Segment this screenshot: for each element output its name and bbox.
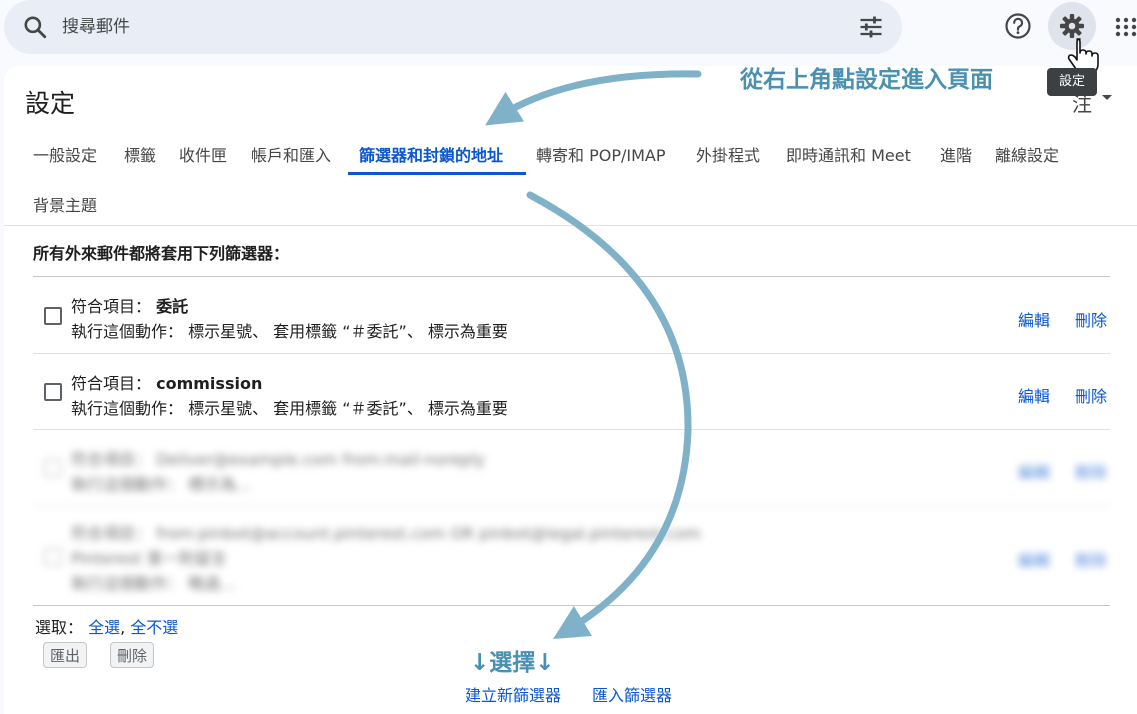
tab-chat-meet[interactable]: 即時通訊和 Meet (786, 142, 911, 166)
delete-button[interactable]: 刪除 (110, 642, 155, 668)
filter-checkbox[interactable] (44, 307, 62, 325)
match-value: 委託 (156, 297, 189, 316)
edit-filter-link[interactable]: 編輯 (1018, 307, 1050, 331)
tab-add-ons[interactable]: 外掛程式 (696, 142, 760, 166)
help-icon[interactable] (1002, 10, 1034, 42)
select-none-link[interactable]: 全不選 (130, 618, 178, 637)
chevron-down-icon[interactable] (1102, 95, 1112, 100)
filter-action: 執行這個動作： 標示為… (71, 475, 253, 494)
apps-grid-icon[interactable] (1114, 16, 1137, 38)
tab-accounts-import[interactable]: 帳戶和匯入 (251, 142, 331, 166)
tab-offline[interactable]: 離線設定 (995, 142, 1059, 166)
tabs-divider (4, 225, 1137, 226)
filter-checkbox[interactable] (44, 383, 62, 401)
annotation-text: ↓選擇↓ (470, 650, 555, 676)
match-label: 符合項目： (71, 374, 152, 393)
tab-labels[interactable]: 標籤 (124, 142, 156, 166)
match-value: commission (156, 374, 263, 393)
select-all-link[interactable]: 全選 (88, 618, 120, 637)
divider (33, 353, 1110, 354)
delete-filter-link[interactable]: 刪除 (1075, 547, 1107, 571)
filter-options-icon[interactable] (857, 13, 885, 41)
filter-checkbox[interactable] (44, 548, 62, 566)
section-heading: 所有外來郵件都將套用下列篩選器： (33, 244, 290, 263)
tab-filters-blocked[interactable]: 篩選器和封鎖的地址 (359, 142, 503, 166)
page-title: 設定 (25, 89, 76, 118)
select-row: 選取： 全選, 全不選 (35, 618, 179, 637)
filter-match: 符合項目： from:pinbot@account.pinterest.com … (71, 524, 701, 543)
match-label: 符合項目： (71, 297, 152, 316)
search-bar[interactable] (4, 0, 902, 54)
filter-match: 符合項目： commission (71, 370, 262, 394)
filter-action: 執行這個動作： 標示星號、 套用標籤 “＃委託”、 標示為重要 (71, 399, 508, 418)
select-label: 選取： (35, 618, 84, 637)
divider (33, 605, 1110, 606)
export-button[interactable]: 匯出 (43, 642, 88, 668)
filter-match: 符合項目： Deliver@example.com from:mail-nore… (71, 450, 485, 469)
tab-advanced[interactable]: 進階 (940, 142, 972, 166)
top-bar (0, 0, 1137, 66)
annotation-text: 從右上角點設定進入頁面 (740, 67, 993, 93)
delete-filter-link[interactable]: 刪除 (1075, 459, 1107, 483)
divider (33, 429, 1110, 430)
filter-action: 執行這個動作： 標示星號、 套用標籤 “＃委託”、 標示為重要 (71, 322, 508, 341)
filter-match: 符合項目： 委託 (71, 293, 188, 317)
tab-themes[interactable]: 背景主題 (33, 192, 97, 216)
divider (33, 276, 1110, 277)
edit-filter-link[interactable]: 編輯 (1018, 383, 1050, 407)
edit-filter-link[interactable]: 編輯 (1018, 459, 1050, 483)
filter-action: 執行這個動作： 略過… (71, 574, 237, 593)
create-filter-link[interactable]: 建立新篩選器 (465, 682, 561, 706)
import-filters-link[interactable]: 匯入篩選器 (592, 682, 672, 706)
divider (33, 505, 1110, 506)
delete-filter-link[interactable]: 刪除 (1075, 307, 1107, 331)
delete-filter-link[interactable]: 刪除 (1075, 383, 1107, 407)
tab-inbox[interactable]: 收件匣 (179, 142, 227, 166)
search-input[interactable] (60, 10, 764, 44)
tab-forwarding-pop-imap[interactable]: 轉寄和 POP/IMAP (536, 142, 666, 166)
active-tab-indicator (348, 172, 526, 175)
settings-tooltip: 設定 (1047, 68, 1097, 96)
search-icon[interactable] (22, 14, 48, 40)
filter-checkbox[interactable] (44, 459, 62, 477)
edit-filter-link[interactable]: 編輯 (1018, 547, 1050, 571)
filter-match-extra: Pinterest 第一則留言 (71, 549, 227, 568)
tab-general[interactable]: 一般設定 (33, 142, 97, 166)
